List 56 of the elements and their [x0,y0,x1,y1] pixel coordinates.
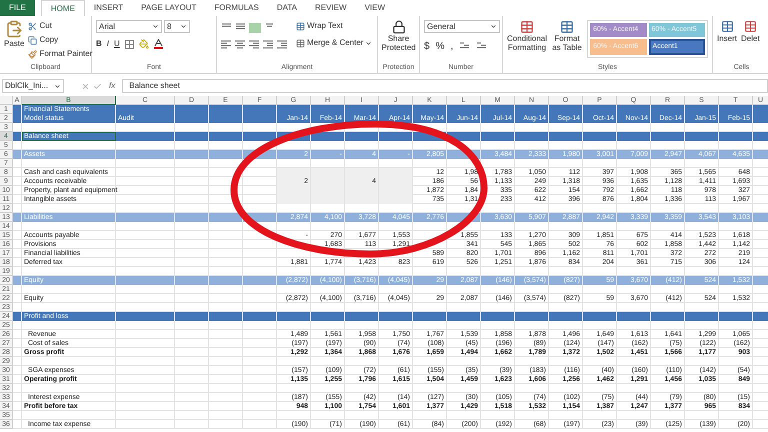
copy-button[interactable]: Copy [28,34,92,46]
paste-button[interactable]: Paste [4,20,24,63]
font-family-field[interactable]: Arial [96,20,162,33]
scissors-icon [28,22,38,30]
indent-decrease-icon[interactable] [263,40,274,49]
fill-color-icon[interactable] [138,39,149,49]
cut-button[interactable]: Cut [28,20,92,32]
align-middle-icon[interactable] [235,23,246,32]
chevron-down-icon [152,23,159,30]
insert-cells-button[interactable]: Insert [717,20,738,63]
wrap-text-button[interactable]: Wrap Text [296,20,372,32]
chevron-down-icon [490,23,497,30]
chevron-down-icon [365,40,372,46]
italic-button[interactable]: I [106,38,110,50]
chevron-down-icon [180,23,187,30]
bold-button[interactable]: B [96,38,102,50]
comma-button[interactable]: , [450,39,454,54]
formula-input[interactable]: Balance sheet [122,79,768,93]
clipboard-icon [5,20,24,38]
conditional-formatting-icon [520,20,534,34]
lock-icon [392,20,406,34]
font-size-field[interactable]: 8 [164,20,190,33]
ribbon-tab[interactable]: PAGE LAYOUT [132,0,206,16]
name-box[interactable]: DblClk_Ini... [2,79,64,93]
conditional-formatting-button[interactable]: Conditional Formatting [507,20,548,63]
ribbon-tab[interactable]: VIEW [356,0,394,16]
merge-icon [296,38,305,48]
ribbon-tab[interactable]: DATA [268,0,306,16]
ribbon-tab[interactable]: REVIEW [306,0,356,16]
share-protected-button[interactable]: Share Protected [382,20,415,63]
indent-increase-icon[interactable] [277,40,288,49]
delete-cells-button[interactable]: Delet [741,20,760,63]
format-as-table-button[interactable]: Format as Table [551,20,584,63]
currency-button[interactable]: $ [424,39,430,54]
insert-function-button[interactable]: fx [105,80,120,92]
font-color-icon[interactable] [154,39,163,49]
wrap-text-icon [296,22,305,30]
borders-icon[interactable] [124,40,134,48]
delete-cells-icon [744,20,757,33]
ribbon-tab[interactable]: INSERT [84,0,132,16]
ribbon-tab[interactable]: FORMULAS [205,0,268,16]
copy-icon [28,36,38,44]
underline-button[interactable]: U [114,38,120,50]
align-right-icon[interactable] [249,40,260,49]
merge-center-button[interactable]: Merge & Center [296,37,372,49]
format-painter-button[interactable]: Format Painter [28,48,92,60]
percent-button[interactable]: % [436,39,444,54]
paintbrush-icon [28,50,38,58]
table-icon [560,20,574,34]
align-center-icon[interactable] [235,40,246,49]
ribbon-tab[interactable]: FILE [0,0,35,16]
align-left-icon[interactable] [221,40,232,49]
insert-cells-icon [720,20,734,33]
ribbon-tab[interactable]: HOME [40,0,85,16]
chevron-down-icon [54,82,61,90]
number-format-field[interactable]: General [424,20,500,33]
